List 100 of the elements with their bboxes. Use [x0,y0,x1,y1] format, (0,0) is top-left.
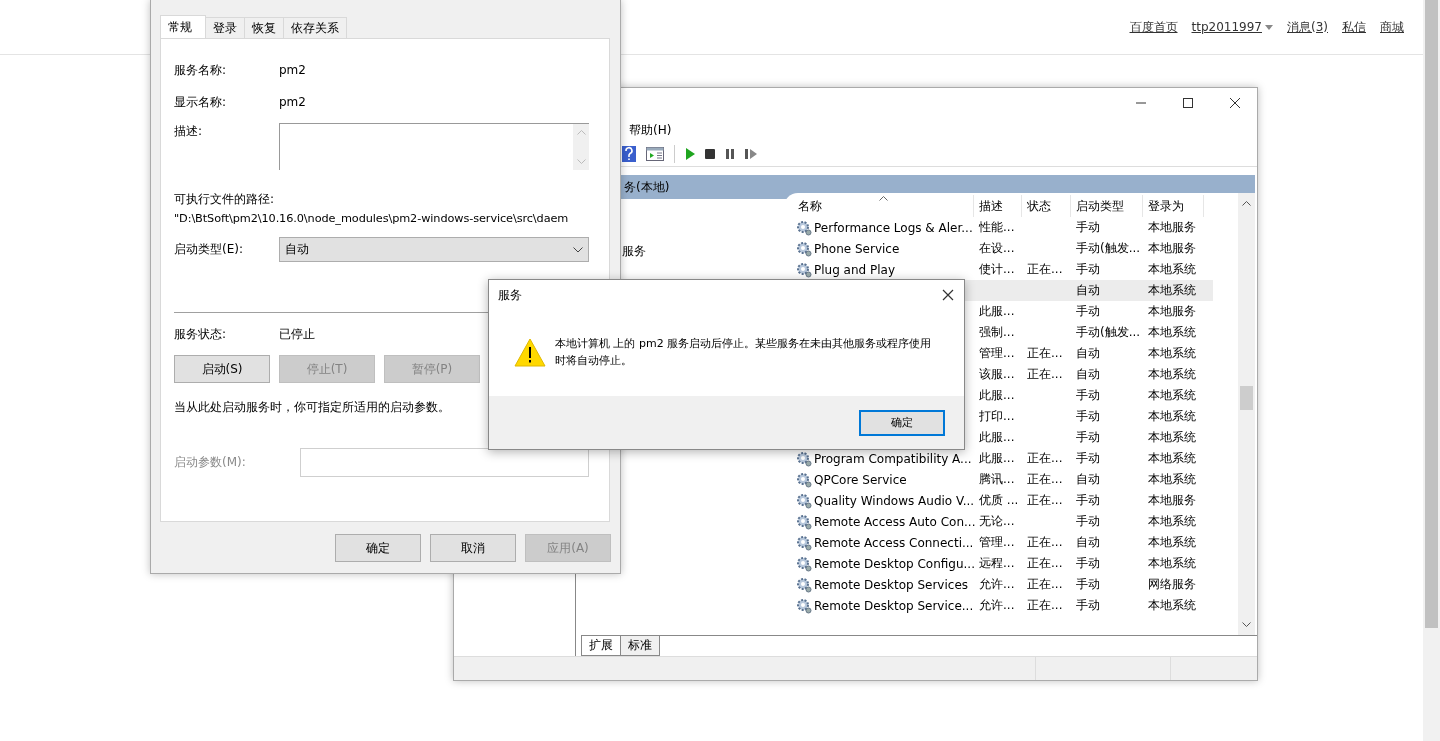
table-cell: 手动(触发... [1076,240,1141,257]
table-cell: 此服... [979,450,1015,467]
startup-type-dropdown[interactable]: 自动 [279,237,589,262]
table-cell: 手动 [1076,219,1100,236]
help-icon[interactable] [622,146,636,162]
table-cell: 自动 [1076,366,1100,383]
field-label: 服务状态: [174,325,228,343]
table-cell: 性能... [979,219,1015,236]
maximize-icon[interactable] [1182,97,1194,109]
table-cell: 手动 [1076,576,1100,593]
service-row[interactable]: Remote Access Connecti... 管理... 正在... 自动 本地系统 [784,532,1213,553]
table-cell: QPCore Service [814,472,907,487]
service-row[interactable]: Remote Access Auto Con... 无论... 手动 本地系统 [784,511,1213,532]
nav-link[interactable]: 商城 [1380,18,1404,36]
service-control-button[interactable]: 启动(S) [174,355,270,383]
view-tab[interactable]: 扩展 [581,636,621,656]
gear-icon [796,492,812,509]
resume-icon[interactable] [745,149,757,159]
gear-icon [796,513,812,530]
table-cell: 手动 [1076,492,1100,509]
nav-link[interactable]: 私信 [1342,18,1366,36]
table-cell: 正在... [1027,345,1063,362]
table-cell: 此服... [979,303,1015,320]
table-cell: Performance Logs & Aler... [814,220,973,235]
table-cell: Remote Desktop Service... [814,598,974,613]
view-tab[interactable]: 标准 [620,636,660,656]
table-cell: Remote Desktop Services [814,577,969,592]
scrollbar[interactable] [1238,193,1255,635]
table-cell: Plug and Play [814,262,896,277]
close-icon[interactable] [1229,97,1241,109]
column-header[interactable]: 名称 [793,195,974,217]
scrollbar-thumb[interactable] [1425,0,1438,628]
table-cell: 本地系统 [1148,387,1196,404]
parameters-field[interactable] [300,448,589,477]
table-cell: 该服... [979,366,1015,383]
table-cell: 网络服务 [1148,576,1196,593]
gear-icon [796,576,812,593]
tab[interactable]: 依存关系 [283,17,347,38]
table-cell: 本地系统 [1148,597,1196,614]
service-row[interactable]: Phone Service 在设... 手动(触发... 本地服务 [784,238,1213,259]
field-label: 显示名称: [174,93,228,111]
service-row[interactable]: QPCore Service 腾讯... 正在... 自动 本地系统 [784,469,1213,490]
table-cell: 本地服务 [1148,240,1196,257]
dialog-button[interactable]: 确定 [335,534,421,562]
service-row[interactable]: Remote Desktop Configu... 远程... 正在... 手动 本地系统 [784,553,1213,574]
message-text: 本地计算机 上的 pm2 服务启动后停止。某些服务在未由其他服务或程序使用时将自动停止。 [555,336,933,369]
service-row[interactable]: Remote Desktop Service... 允许... 正在... 手动 本地系统 [784,595,1213,616]
chevron-down-icon [573,246,583,253]
column-header[interactable]: 启动类型 [1071,195,1143,217]
table-cell: 在设... [979,240,1015,257]
table-cell: Program Compatibility A... [814,451,972,466]
ok-button[interactable]: 确定 [859,409,945,436]
table-cell: 正在... [1027,366,1063,383]
column-header[interactable]: 登录为 [1143,195,1204,217]
table-cell: 本地系统 [1148,261,1196,278]
play-icon[interactable] [685,148,695,160]
column-header[interactable]: 描述 [974,195,1022,217]
service-row[interactable]: Program Compatibility A... 此服... 正在... 手动 本地系统 [784,448,1213,469]
gear-icon [796,471,812,488]
table-cell: 本地系统 [1148,450,1196,467]
gear-icon [796,597,812,614]
pause-icon[interactable] [725,149,735,159]
stop-icon[interactable] [705,149,715,159]
window-pane-icon[interactable] [646,147,664,161]
table-cell: Phone Service [814,241,900,256]
service-row[interactable]: Performance Logs & Aler... 性能... 手动 本地服务 [784,217,1213,238]
scrollbar[interactable] [1423,0,1440,741]
tab[interactable]: 常规 [160,15,206,38]
hint-text: 当从此处启动服务时，你可指定所适用的启动参数。 [174,399,451,416]
close-icon[interactable] [942,289,954,301]
scroll-up-icon[interactable] [1242,201,1251,206]
scroll-down-icon[interactable] [1242,622,1251,627]
scrollbar-thumb[interactable] [1240,386,1253,410]
column-header[interactable]: 状态 [1022,195,1071,217]
path-text: "D:\BtSoft\pm2\10.16.0\node_modules\pm2-windows-service\src\daem [174,212,569,225]
field-value: pm2 [279,63,306,77]
warning-icon [514,337,546,367]
service-row[interactable]: Remote Desktop Services 允许... 正在... 手动 网络服务 [784,574,1213,595]
table-cell: Quality Windows Audio V... [814,493,975,508]
table-cell: 手动 [1076,513,1100,530]
dialog-title: 服务 [498,286,522,304]
gear-icon [796,555,812,572]
table-cell: 手动 [1076,387,1100,404]
nav-link[interactable]: 百度首页 [1129,18,1178,36]
table-cell: 正在... [1027,555,1063,572]
nav-link[interactable]: 消息(3) [1287,18,1328,36]
table-cell: 本地服务 [1148,492,1196,509]
menu-item[interactable]: 帮助(H) [629,121,672,139]
table-cell: 正在... [1027,576,1063,593]
table-cell: 手动 [1076,555,1100,572]
service-row[interactable]: Quality Windows Audio V... 优质 ... 正在... 手动 本地服务 [784,490,1213,511]
dialog-button[interactable]: 取消 [430,534,516,562]
field-label: 描述: [174,123,204,140]
table-cell: 自动 [1076,534,1100,551]
table-cell: 本地系统 [1148,408,1196,425]
table-cell: 管理... [979,534,1015,551]
user-menu[interactable]: ttp2011997 [1191,20,1273,34]
table-cell: 本地系统 [1148,282,1196,299]
table-cell: 自动 [1076,471,1100,488]
service-row[interactable]: Plug and Play 使计... 正在... 手动 本地系统 [784,259,1213,280]
